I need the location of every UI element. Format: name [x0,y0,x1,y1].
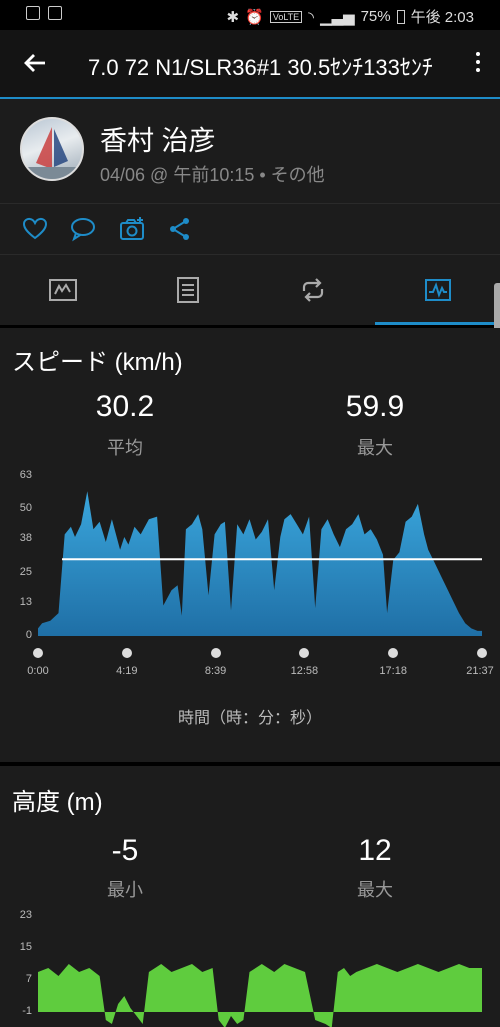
speed-area-series [38,491,482,636]
speed-x-tick-dot [210,648,221,658]
tab-laps[interactable] [250,255,375,325]
signal-icon: ▁▃▅ [319,8,355,26]
laps-tab-icon [302,278,323,302]
volte-badge: VoLTE [269,10,303,23]
gallery-notification-icon [26,6,40,20]
battery-percent: 75% [360,8,391,25]
avatar[interactable] [20,117,84,181]
activity-title: 7.0 72 N1/SLR36#1 30.5ｾﾝﾁ133ｾﾝﾁ [88,55,433,80]
tab-details[interactable] [125,255,250,325]
details-tab-icon [176,277,199,303]
activity-tabs [0,255,500,325]
back-arrow-icon[interactable] [20,48,50,78]
elevation-chart[interactable] [0,766,500,1027]
share-icon[interactable] [167,216,193,242]
speed-x-tick: 8:39 [204,665,227,677]
overview-tab-icon [48,279,77,301]
more-options-icon[interactable] [474,52,482,76]
speed-x-tick-dot [477,648,487,658]
speed-x-tick: 21:37 [466,665,494,677]
athlete-name: 香村 治彦 [100,126,216,156]
battery-icon [396,9,405,24]
status-bar: ✱ ⏰ VoLTE ◝ ▁▃▅ 75% 午後 2:03 [0,0,500,30]
speed-x-tick: 12:58 [290,665,319,677]
speed-x-tick: 4:19 [116,665,138,677]
elevation-area-series [38,964,482,1027]
heart-icon[interactable] [22,216,48,242]
tab-charts[interactable] [375,255,500,325]
speed-x-tick: 0:00 [27,665,49,677]
checklist-notification-icon [48,6,62,20]
speed-chart[interactable] [0,328,500,762]
activity-header: 香村 治彦 04/06 @ 午前10:15 • その他 [0,99,500,204]
bluetooth-icon: ✱ [226,8,240,26]
alarm-icon: ⏰ [245,8,264,26]
app-bar: 7.0 72 N1/SLR36#1 30.5ｾﾝﾁ133ｾﾝﾁ [0,30,500,99]
wifi-icon: ◝ [308,8,314,26]
speed-x-axis-title: 時間（時：分：秒） [177,710,322,727]
speed-x-tick: 17:18 [379,665,407,677]
clock: 午後 2:03 [410,9,474,26]
charts-tab-icon [424,279,451,301]
activity-date-type: 04/06 @ 午前10:15 • その他 [100,165,325,185]
speed-x-tick-dot [121,648,132,658]
speed-section: スピード (km/h) 30.2 平均 59.9 最大 0 13 25 38 50 63 … [0,328,500,762]
speed-x-tick-dot [33,648,43,658]
elevation-section: 高度 (m) -5 最小 12 最大 -1 7 15 23 [0,766,500,1027]
tab-overview[interactable] [0,255,125,325]
social-actions-bar [0,204,500,255]
camera-add-icon[interactable] [119,216,145,242]
comment-icon[interactable] [70,216,96,242]
